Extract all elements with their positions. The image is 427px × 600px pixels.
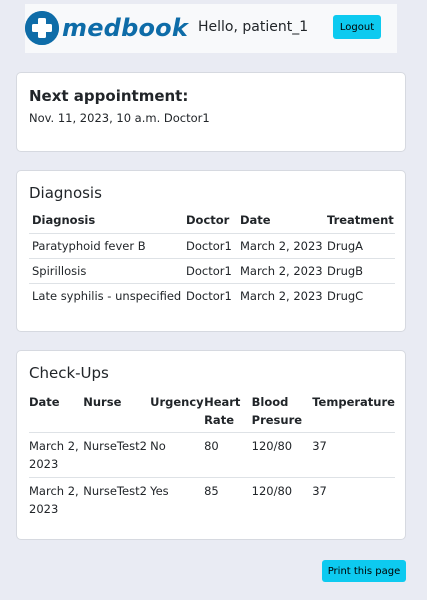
- table-cell: NurseTest2: [83, 432, 151, 478]
- table-row: Spirillosis Doctor1 March 2, 2023 DrugB: [29, 258, 395, 284]
- table-cell: DrugA: [324, 233, 395, 259]
- table-cell: Spirillosis: [29, 258, 183, 284]
- column-header: Date: [29, 395, 60, 409]
- logo[interactable]: medbook: [25, 9, 188, 47]
- appointment-card: Next appointment: Nov. 11, 2023, 10 a.m.…: [16, 72, 406, 152]
- table-cell: NurseTest2: [83, 477, 151, 522]
- column-header: Diagnosis: [32, 213, 96, 227]
- column-header: Date: [240, 213, 271, 227]
- column-header: Treatment: [327, 213, 394, 227]
- table-cell: Paratyphoid fever B: [29, 233, 183, 259]
- table-cell: 85: [204, 477, 252, 522]
- diagnosis-title: Diagnosis: [29, 184, 102, 202]
- checkups-card: Check-Ups Date Nurse Urgency Heart Rate …: [16, 350, 406, 540]
- table-cell: Doctor1: [183, 283, 237, 309]
- table-cell: No: [150, 432, 205, 478]
- table-header-row: Diagnosis Doctor Date Treatment: [29, 213, 395, 234]
- medical-cross-icon: [25, 11, 59, 45]
- column-header: Nurse: [83, 395, 122, 409]
- table-row: Late syphilis - unspecified Doctor1 Marc…: [29, 283, 395, 309]
- column-header: Urgency: [150, 395, 204, 409]
- table-cell: March 2, 2023: [29, 477, 84, 522]
- column-header: Heart Rate: [204, 395, 241, 427]
- table-cell: March 2, 2023: [237, 258, 324, 284]
- site-header: medbook Hello, patient_1 Logout: [25, 4, 397, 53]
- checkups-title: Check-Ups: [29, 364, 109, 382]
- appointment-title: Next appointment:: [29, 87, 189, 105]
- print-button[interactable]: Print this page: [322, 560, 406, 582]
- logout-button[interactable]: Logout: [333, 15, 381, 39]
- table-cell: 37: [312, 477, 395, 522]
- table-row: Paratyphoid fever B Doctor1 March 2, 202…: [29, 233, 395, 259]
- table-cell: March 2, 2023: [237, 283, 324, 309]
- table-cell: Late syphilis - unspecified: [29, 283, 183, 309]
- table-row: March 2, 2023 NurseTest2 No 80 120/80 37: [29, 432, 395, 478]
- diagnosis-table: Diagnosis Doctor Date Treatment Paratyph…: [29, 213, 395, 309]
- table-cell: Yes: [150, 477, 205, 522]
- table-cell: Doctor1: [183, 258, 237, 284]
- column-header: Blood Presure: [251, 395, 303, 427]
- checkups-table: Date Nurse Urgency Heart Rate Blood Pres…: [29, 393, 395, 522]
- table-cell: 120/80: [251, 477, 313, 522]
- table-row: March 2, 2023 NurseTest2 Yes 85 120/80 3…: [29, 477, 395, 522]
- table-cell: March 2, 2023: [29, 432, 84, 478]
- logo-text: medbook: [62, 14, 188, 42]
- table-cell: 80: [204, 432, 252, 478]
- table-cell: DrugB: [324, 258, 395, 284]
- diagnosis-card: Diagnosis Diagnosis Doctor Date Treatmen…: [16, 170, 406, 332]
- column-header: Doctor: [186, 213, 230, 227]
- table-cell: 120/80: [251, 432, 313, 478]
- appointment-details: Nov. 11, 2023, 10 a.m. Doctor1: [29, 111, 210, 125]
- table-header-row: Date Nurse Urgency Heart Rate Blood Pres…: [29, 393, 395, 433]
- table-cell: Doctor1: [183, 233, 237, 259]
- user-greeting: Hello, patient_1: [198, 19, 309, 35]
- table-cell: 37: [312, 432, 395, 478]
- table-cell: DrugC: [324, 283, 395, 309]
- table-cell: March 2, 2023: [237, 233, 324, 259]
- column-header: Temperature: [312, 395, 395, 409]
